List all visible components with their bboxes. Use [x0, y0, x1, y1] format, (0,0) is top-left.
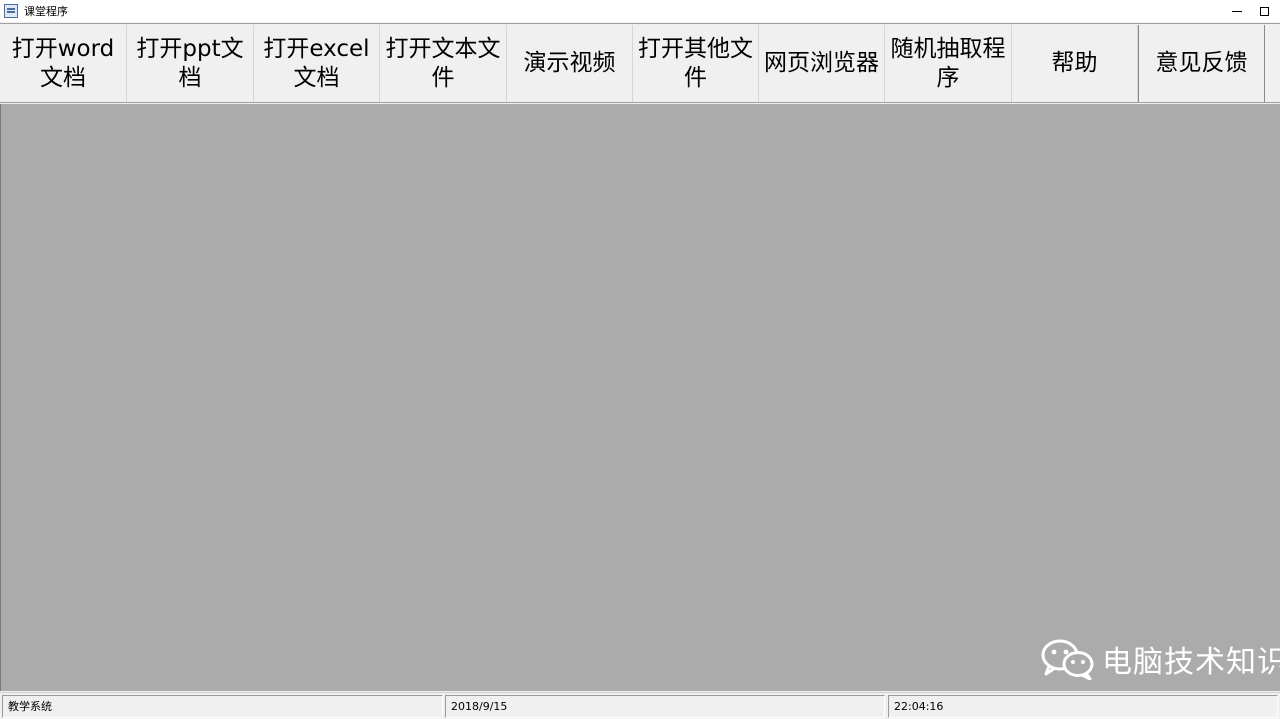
- watermark: 电脑技术知识: [1040, 636, 1280, 682]
- window-title: 课堂程序: [24, 5, 68, 18]
- watermark-text: 电脑技术知识: [1102, 645, 1280, 680]
- random-draw-button[interactable]: 随机抽取程序: [885, 25, 1012, 102]
- open-word-button[interactable]: 打开word文档: [0, 25, 127, 102]
- toolbar: 打开word文档 打开ppt文档 打开excel文档 打开文本文件 演示视频 打…: [0, 23, 1280, 103]
- help-button[interactable]: 帮助: [1012, 25, 1138, 102]
- title-bar[interactable]: 课堂程序: [0, 0, 1280, 22]
- maximize-icon: [1260, 6, 1269, 16]
- app-icon: [4, 4, 18, 18]
- open-excel-button[interactable]: 打开excel文档: [254, 25, 380, 102]
- feedback-button[interactable]: 意见反馈: [1138, 25, 1265, 102]
- minimize-button[interactable]: [1214, 0, 1260, 22]
- open-text-file-button[interactable]: 打开文本文件: [380, 25, 507, 102]
- maximize-button[interactable]: [1260, 0, 1280, 22]
- app-window: 课堂程序 打开word文档 打开ppt文档 打开excel文档 打开文本文件 演…: [0, 0, 1280, 719]
- minimize-icon: [1232, 10, 1242, 12]
- open-ppt-button[interactable]: 打开ppt文档: [127, 25, 254, 102]
- demo-video-button[interactable]: 演示视频: [507, 25, 633, 102]
- status-time: 22:04:16: [888, 695, 1278, 718]
- status-system-name: 教学系统: [2, 695, 443, 718]
- mdi-client-area[interactable]: [0, 104, 1280, 691]
- status-bar: 教学系统 2018/9/15 22:04:16: [0, 692, 1280, 719]
- open-other-file-button[interactable]: 打开其他文件: [633, 25, 759, 102]
- web-browser-button[interactable]: 网页浏览器: [759, 25, 885, 102]
- wechat-icon: [1041, 639, 1094, 680]
- window-controls: [1214, 0, 1280, 22]
- status-date: 2018/9/15: [445, 695, 885, 718]
